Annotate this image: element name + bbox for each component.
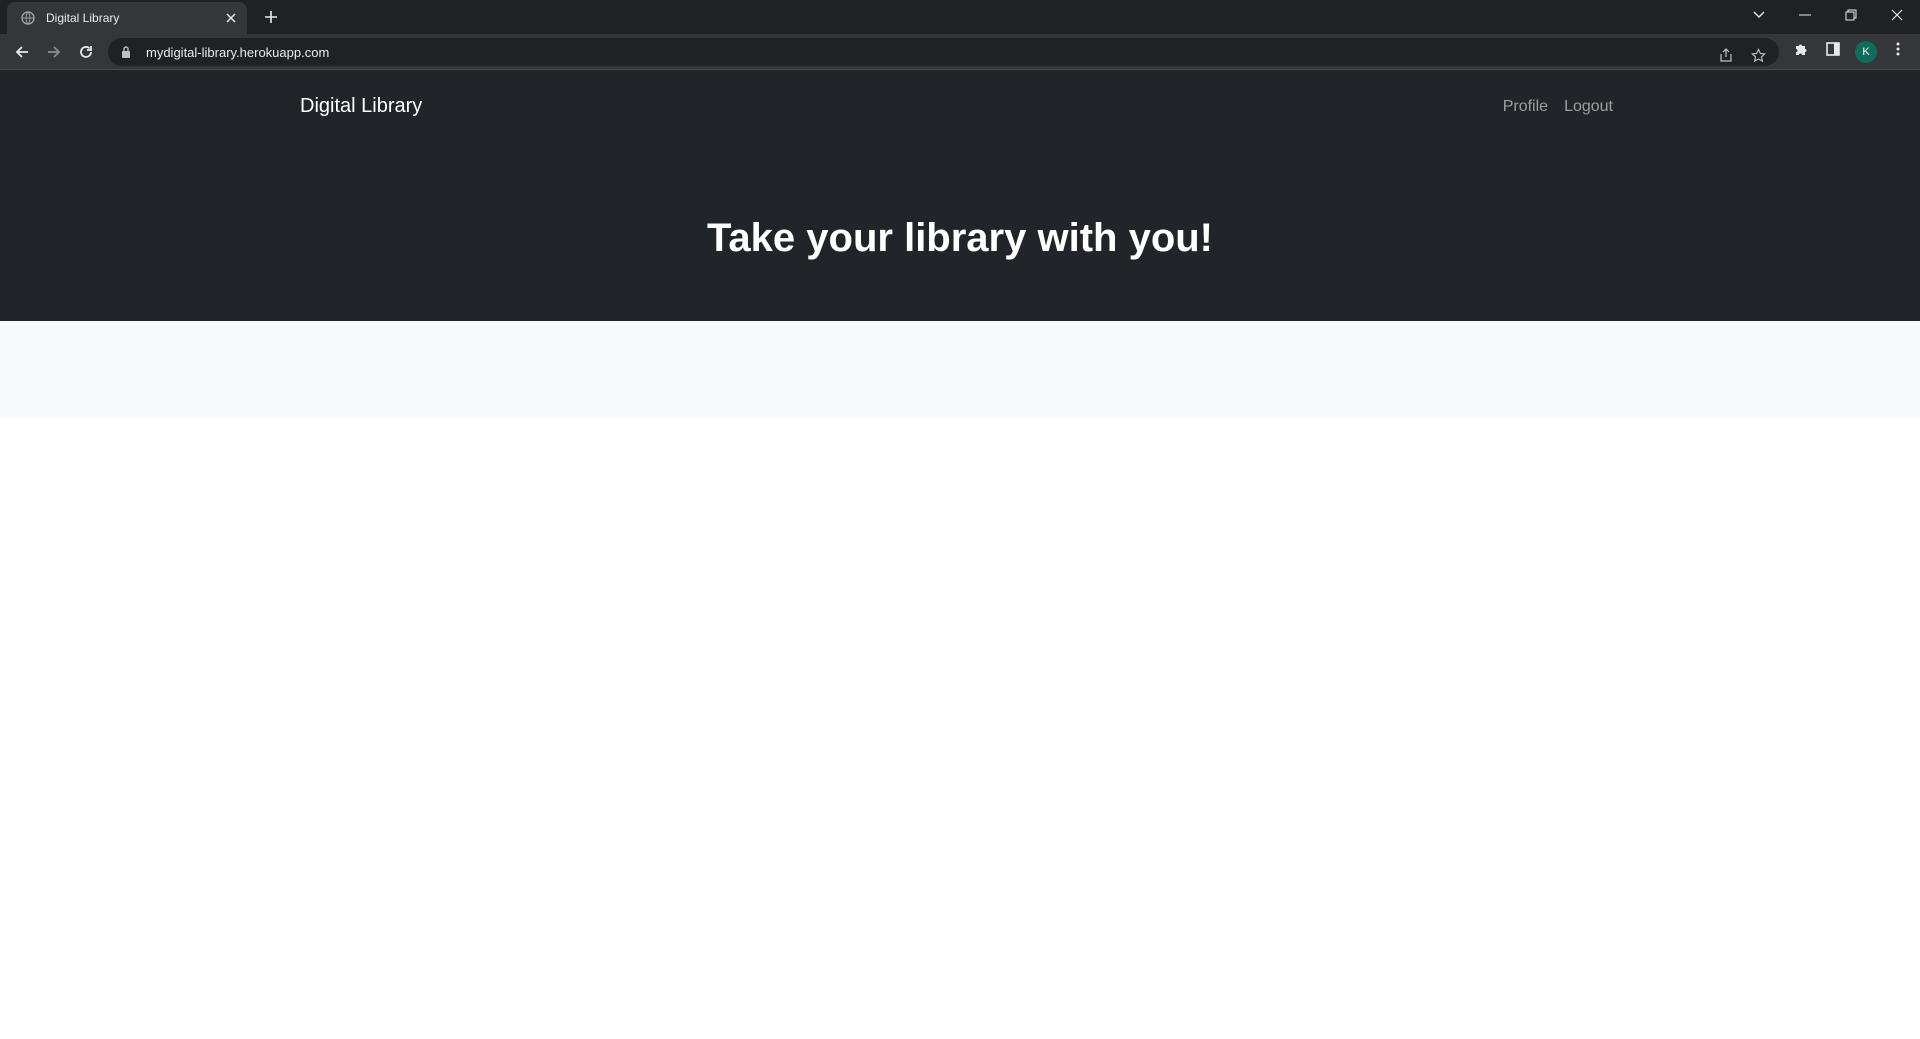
nav-link-logout[interactable]: Logout: [1564, 98, 1613, 116]
kebab-menu-icon[interactable]: [1887, 38, 1909, 60]
bookmark-star-icon[interactable]: [1747, 44, 1769, 66]
tab-strip: Digital Library: [0, 0, 1920, 34]
address-bar[interactable]: mydigital-library.herokuapp.com: [108, 38, 1779, 66]
site-brand[interactable]: Digital Library: [300, 95, 422, 118]
close-tab-icon[interactable]: [221, 8, 241, 28]
tab-title: Digital Library: [46, 11, 120, 25]
minimize-icon[interactable]: [1782, 0, 1828, 30]
reload-icon[interactable]: [72, 38, 100, 66]
hero-section: Digital Library Profile Logout Take your…: [0, 70, 1920, 321]
globe-icon: [20, 10, 36, 26]
tab-search-chevron-down-icon[interactable]: [1736, 0, 1782, 30]
nav-link-profile[interactable]: Profile: [1503, 98, 1548, 116]
close-window-icon[interactable]: [1874, 0, 1920, 30]
browser-tab[interactable]: Digital Library: [7, 2, 247, 34]
hero-title: Take your library with you!: [706, 216, 1214, 260]
extensions-puzzle-icon[interactable]: [1790, 38, 1812, 60]
back-arrow-icon[interactable]: [8, 38, 36, 66]
lock-icon: [120, 46, 132, 58]
share-icon[interactable]: [1715, 44, 1737, 66]
page-content: Digital Library Profile Logout Take your…: [0, 70, 1920, 1039]
site-nav: Profile Logout: [1503, 98, 1613, 116]
url-text: mydigital-library.herokuapp.com: [146, 44, 330, 60]
forward-arrow-icon[interactable]: [40, 38, 68, 66]
browser-toolbar: mydigital-library.herokuapp.com: [0, 34, 1920, 70]
restore-icon[interactable]: [1828, 0, 1874, 30]
side-panel-icon[interactable]: [1822, 38, 1844, 60]
profile-avatar[interactable]: K: [1855, 41, 1877, 63]
new-tab-icon[interactable]: [259, 5, 283, 29]
content-band: [0, 321, 1920, 417]
